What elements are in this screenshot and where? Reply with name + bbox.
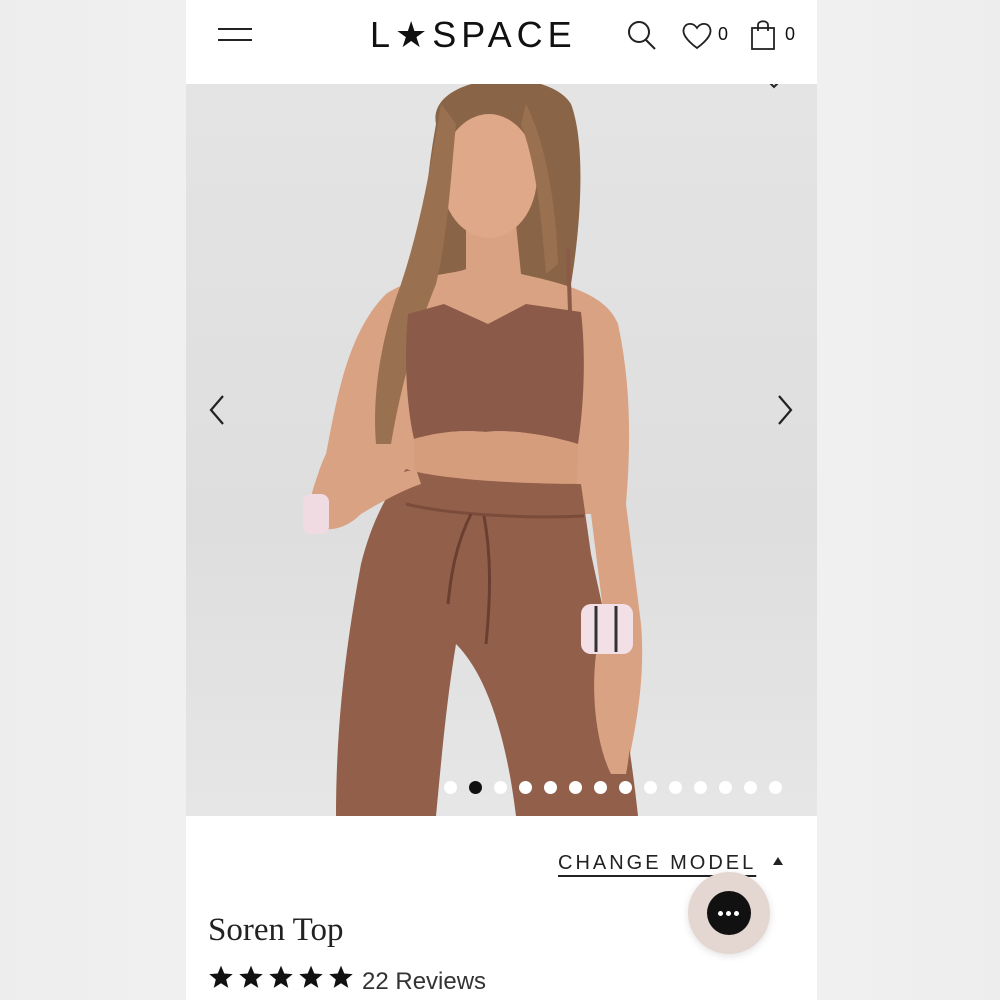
carousel-dot[interactable] — [469, 781, 482, 794]
cart-button[interactable]: 0 — [749, 18, 801, 52]
chevron-right-icon — [778, 395, 793, 425]
product-title: Soren Top — [208, 912, 344, 948]
chat-button[interactable] — [688, 872, 770, 954]
chat-bubble-icon — [707, 891, 751, 935]
carousel-dot[interactable] — [719, 781, 732, 794]
star-icon — [299, 965, 323, 988]
brand-logo[interactable]: L★SPACE — [370, 12, 572, 58]
cart-count: 0 — [785, 24, 796, 44]
carousel-dot[interactable] — [494, 781, 507, 794]
product-info: CHANGE MODEL Soren Top 79 22 Reviews — [186, 816, 817, 1000]
carousel-dot[interactable] — [694, 781, 707, 794]
carousel-dot[interactable] — [669, 781, 682, 794]
previous-image-button[interactable] — [202, 390, 232, 430]
reviews-link[interactable]: 22 Reviews — [362, 968, 486, 996]
wishlist-button[interactable]: 0 — [680, 18, 736, 52]
carousel-dot[interactable] — [444, 781, 457, 794]
next-image-button[interactable] — [770, 390, 800, 430]
site-header: L★SPACE 0 0 — [186, 0, 817, 84]
star-icon — [239, 965, 263, 988]
star-icon — [269, 965, 293, 988]
product-page: L★SPACE 0 0 CHANGE MODEL Soren Top 22 Re… — [186, 0, 817, 1000]
carousel-dot[interactable] — [769, 781, 782, 794]
product-image-carousel[interactable] — [186, 84, 817, 816]
carousel-dot[interactable] — [544, 781, 557, 794]
caret-up-icon[interactable] — [772, 856, 784, 866]
product-photo — [303, 84, 643, 816]
carousel-dot[interactable] — [744, 781, 757, 794]
carousel-dot[interactable] — [619, 781, 632, 794]
carousel-dot[interactable] — [594, 781, 607, 794]
chevron-left-icon — [209, 395, 224, 425]
shopping-bag-icon — [751, 20, 775, 50]
rating-stars — [208, 964, 354, 990]
heart-icon — [682, 22, 712, 50]
carousel-pagination — [444, 781, 782, 795]
search-icon[interactable] — [626, 18, 658, 52]
star-icon — [209, 965, 233, 988]
wishlist-count: 0 — [718, 24, 729, 44]
star-icon — [329, 965, 353, 988]
carousel-dot[interactable] — [519, 781, 532, 794]
carousel-dot[interactable] — [644, 781, 657, 794]
carousel-dot[interactable] — [569, 781, 582, 794]
menu-icon[interactable] — [218, 25, 252, 45]
